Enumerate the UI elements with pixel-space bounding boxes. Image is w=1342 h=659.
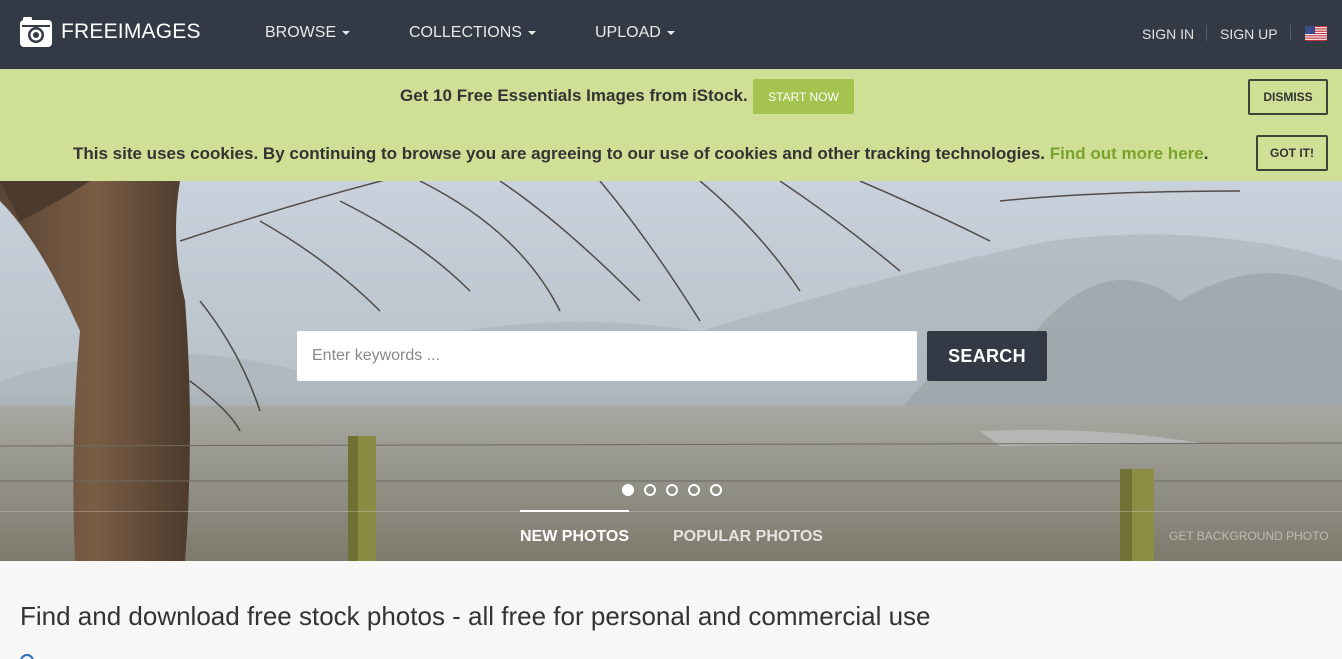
menu-collections-label: COLLECTIONS bbox=[409, 24, 522, 41]
search-input[interactable] bbox=[297, 331, 917, 381]
camera-icon bbox=[20, 17, 52, 47]
top-nav: FREEIMAGES BROWSE COLLECTIONS UPLOAD SIG… bbox=[0, 0, 1342, 69]
tab-popular-photos[interactable]: POPULAR PHOTOS bbox=[673, 528, 823, 546]
dismiss-button[interactable]: DISMISS bbox=[1248, 79, 1328, 115]
sign-up-link[interactable]: SIGN UP bbox=[1220, 26, 1278, 42]
cookie-suffix: . bbox=[1203, 144, 1209, 163]
tab-new-photos[interactable]: NEW PHOTOS bbox=[520, 528, 629, 546]
carousel-dot-3[interactable] bbox=[666, 484, 678, 496]
menu-browse-label: BROWSE bbox=[265, 24, 337, 41]
logo[interactable]: FREEIMAGES bbox=[20, 17, 201, 47]
get-background-photo-link[interactable]: GET BACKGROUND PHOTO bbox=[1169, 529, 1329, 543]
radio-icon[interactable] bbox=[20, 654, 34, 659]
chevron-down-icon bbox=[342, 30, 351, 35]
nav-divider bbox=[1290, 25, 1291, 41]
chevron-down-icon bbox=[666, 30, 675, 35]
sign-in-link[interactable]: SIGN IN bbox=[1142, 26, 1194, 42]
notice-banner: Get 10 Free Essentials Images from iStoc… bbox=[0, 69, 1342, 181]
hero-section: SEARCH NEW PHOTOS POPULAR PHOTOS GET BAC… bbox=[0, 181, 1342, 561]
search-button[interactable]: SEARCH bbox=[927, 331, 1047, 381]
menu-upload[interactable]: UPLOAD bbox=[595, 24, 675, 42]
nav-divider bbox=[1206, 25, 1207, 41]
start-now-button[interactable]: START NOW bbox=[753, 79, 854, 114]
cookie-text: This site uses cookies. By continuing to… bbox=[73, 144, 1046, 163]
carousel-dot-1[interactable] bbox=[622, 484, 634, 496]
page-headline: Find and download free stock photos - al… bbox=[20, 601, 931, 631]
promo-text: Get 10 Free Essentials Images from iStoc… bbox=[400, 86, 748, 105]
got-it-button[interactable]: GOT IT! bbox=[1256, 135, 1328, 171]
carousel-dot-5[interactable] bbox=[710, 484, 722, 496]
us-flag-icon[interactable] bbox=[1305, 26, 1327, 41]
brand-name: FREEIMAGES bbox=[61, 20, 201, 43]
menu-upload-label: UPLOAD bbox=[595, 24, 661, 41]
menu-browse[interactable]: BROWSE bbox=[265, 24, 351, 42]
chevron-down-icon bbox=[527, 30, 536, 35]
carousel-dot-4[interactable] bbox=[688, 484, 700, 496]
tab-divider bbox=[0, 511, 1342, 512]
menu-collections[interactable]: COLLECTIONS bbox=[409, 24, 536, 42]
active-tab-indicator bbox=[520, 510, 629, 512]
cookie-more-link[interactable]: Find out more here bbox=[1050, 144, 1204, 163]
cookie-notice: This site uses cookies. By continuing to… bbox=[73, 144, 1208, 164]
carousel-dot-2[interactable] bbox=[644, 484, 656, 496]
